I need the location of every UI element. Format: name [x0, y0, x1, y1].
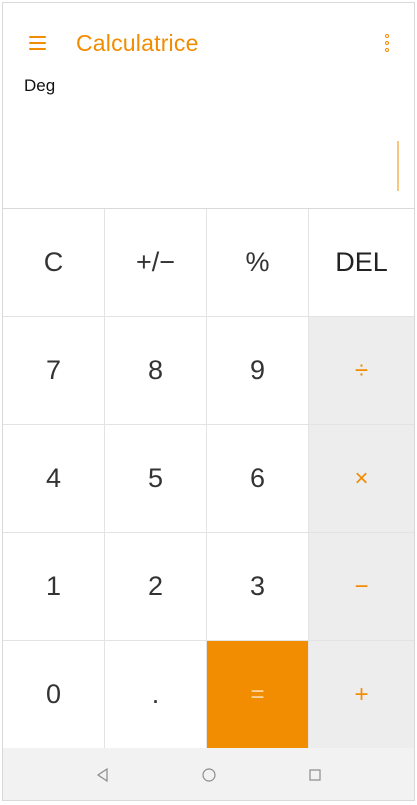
- calculator-screen: Calculatrice Deg C +/− % DEL 7 8 9 ÷ 4 5…: [2, 2, 415, 801]
- key-1[interactable]: 1: [3, 533, 105, 641]
- angle-mode-label[interactable]: Deg: [24, 76, 55, 96]
- key-multiply[interactable]: ×: [309, 425, 414, 533]
- key-7[interactable]: 7: [3, 317, 105, 425]
- key-4[interactable]: 4: [3, 425, 105, 533]
- text-cursor: [397, 141, 399, 191]
- android-navigation-bar: [3, 748, 414, 800]
- key-9[interactable]: 9: [207, 317, 309, 425]
- back-triangle-icon[interactable]: [95, 767, 111, 783]
- key-0[interactable]: 0: [3, 641, 105, 749]
- key-subtract[interactable]: −: [309, 533, 414, 641]
- hamburger-menu-icon[interactable]: [29, 36, 46, 50]
- key-divide[interactable]: ÷: [309, 317, 414, 425]
- keypad: C +/− % DEL 7 8 9 ÷ 4 5 6 × 1 2 3 − 0 . …: [3, 208, 414, 749]
- key-percent[interactable]: %: [207, 209, 309, 317]
- key-6[interactable]: 6: [207, 425, 309, 533]
- key-3[interactable]: 3: [207, 533, 309, 641]
- key-equals[interactable]: =: [207, 641, 309, 749]
- key-decimal[interactable]: .: [105, 641, 207, 749]
- key-add[interactable]: +: [309, 641, 414, 749]
- more-vertical-icon[interactable]: [383, 34, 391, 56]
- key-8[interactable]: 8: [105, 317, 207, 425]
- calculator-display[interactable]: [3, 123, 414, 203]
- key-clear[interactable]: C: [3, 209, 105, 317]
- key-delete[interactable]: DEL: [309, 209, 414, 317]
- app-title: Calculatrice: [76, 30, 199, 56]
- key-5[interactable]: 5: [105, 425, 207, 533]
- key-plus-minus[interactable]: +/−: [105, 209, 207, 317]
- home-circle-icon[interactable]: [201, 767, 217, 783]
- key-2[interactable]: 2: [105, 533, 207, 641]
- recents-square-icon[interactable]: [307, 767, 323, 783]
- calculator-header: Calculatrice Deg: [3, 3, 414, 208]
